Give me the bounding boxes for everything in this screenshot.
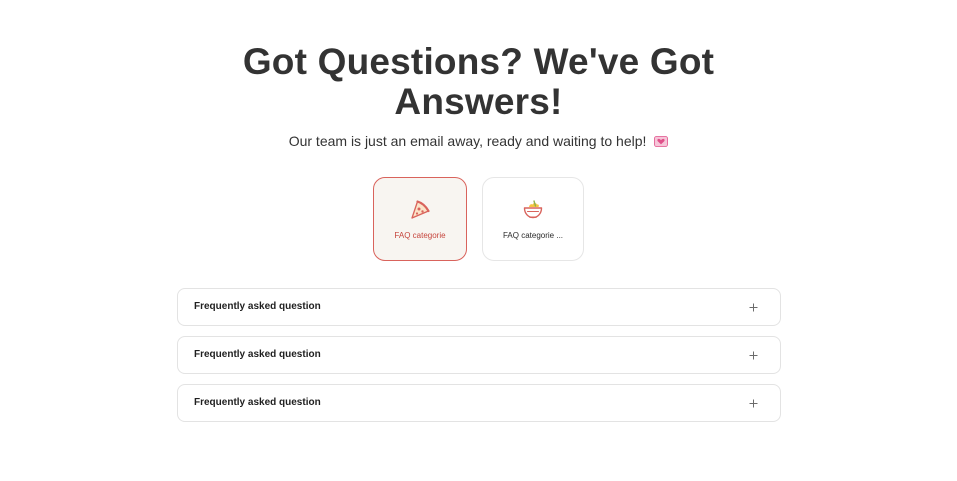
page-title: Got Questions? We've Got Answers!: [0, 42, 957, 122]
pizza-slice-icon: [411, 200, 430, 219]
category-label: FAQ categorie: [394, 231, 446, 240]
category-card-2[interactable]: FAQ categorie ...: [482, 177, 584, 261]
faq-question: Frequently asked question: [194, 349, 321, 360]
faq-item[interactable]: Frequently asked question: [177, 288, 781, 326]
page-subtitle-text: Our team is just an email away, ready an…: [288, 133, 647, 149]
faq-item[interactable]: Frequently asked question: [177, 384, 781, 422]
plus-icon[interactable]: [749, 351, 758, 360]
faq-list: Frequently asked question Frequently ask…: [177, 288, 781, 432]
faq-question: Frequently asked question: [194, 397, 321, 408]
plus-icon[interactable]: [749, 303, 758, 312]
page-title-line-2: Answers!: [394, 81, 563, 122]
faq-question: Frequently asked question: [194, 301, 321, 312]
category-label: FAQ categorie ...: [502, 231, 564, 240]
page-title-line-1: Got Questions? We've Got: [242, 41, 715, 82]
plus-icon[interactable]: [749, 399, 758, 408]
bowl-icon: [523, 200, 543, 219]
page-subtitle: Our team is just an email away, ready an…: [0, 132, 957, 150]
faq-page: Got Questions? We've Got Answers! Our te…: [0, 0, 957, 481]
heart-icon: [654, 136, 669, 147]
category-card-1[interactable]: FAQ categorie: [373, 177, 467, 261]
faq-item[interactable]: Frequently asked question: [177, 336, 781, 374]
